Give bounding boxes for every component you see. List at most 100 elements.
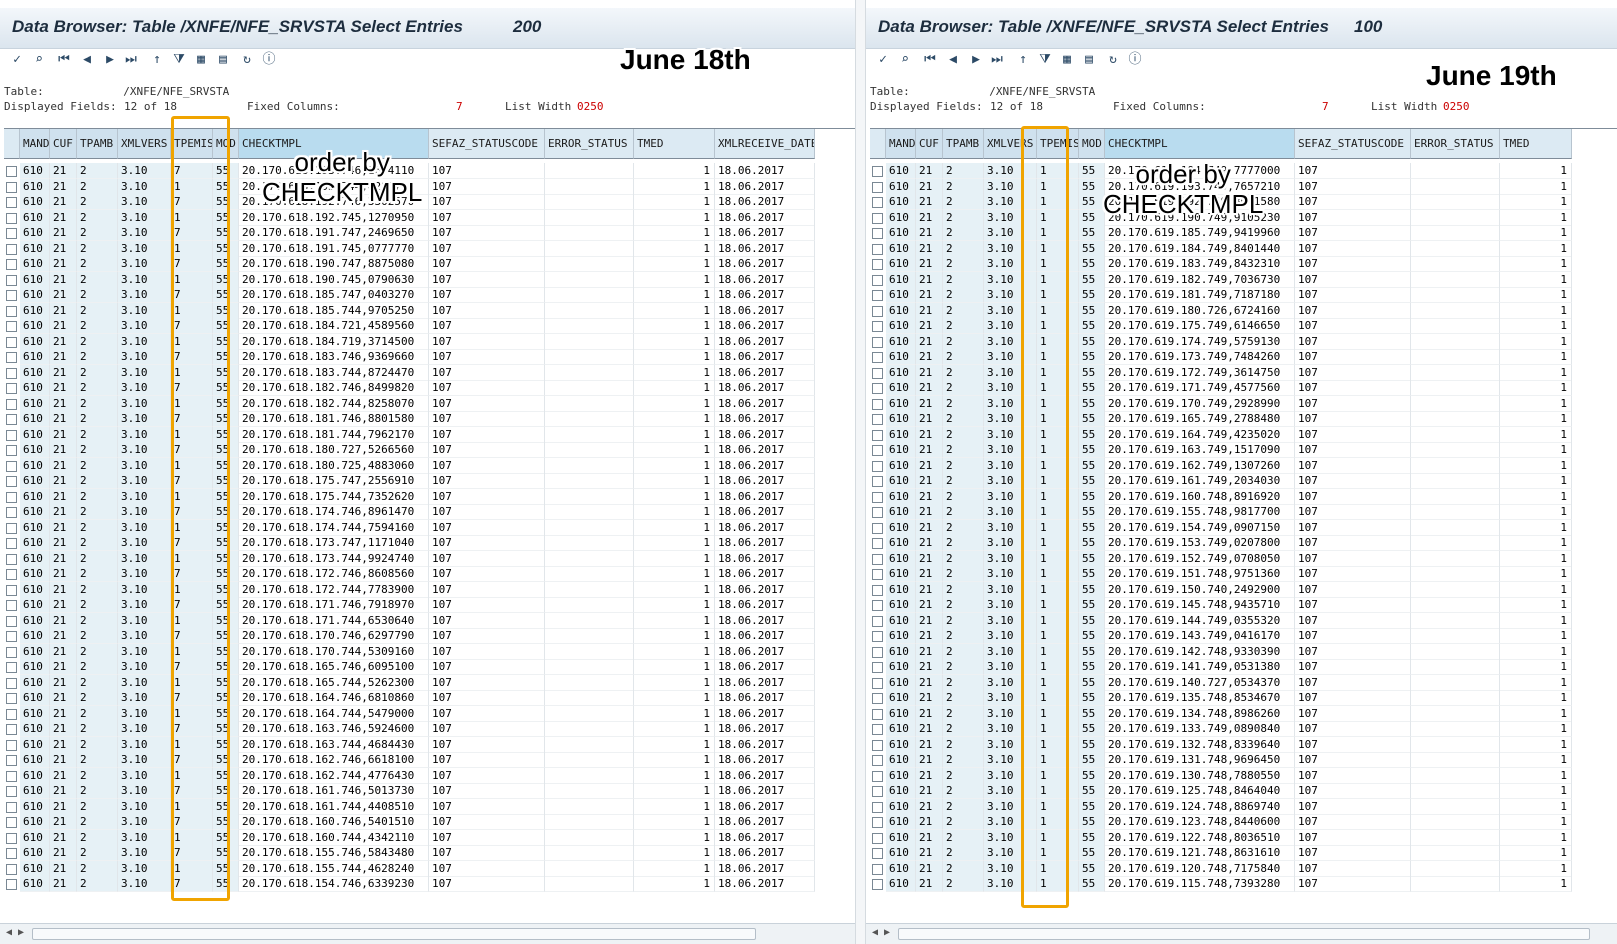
table-row[interactable]: 610 21 2 3.10 1 55 20.170.619.141.749,0531380 1… (870, 659, 1572, 675)
row-select-checkbox[interactable] (6, 197, 17, 208)
row-select-checkbox[interactable] (6, 491, 17, 503)
table-row[interactable]: 610 21 2 3.10 1 55 20.170.619.153.749,0207800 1… (870, 535, 1572, 551)
row-select-checkbox[interactable] (872, 801, 883, 813)
table-row[interactable]: 610 21 2 3.10 1 55 20.170.619.171.749,4577560 1… (870, 380, 1572, 396)
row-select-checkbox[interactable] (6, 708, 17, 720)
table-row[interactable]: 610 21 2 3.10 1 55 20.170.619.155.748,9817700 1… (870, 504, 1572, 520)
row-select-checkbox[interactable] (872, 693, 883, 704)
spreadsheet-icon[interactable]: ▦ (1058, 51, 1076, 69)
table-row[interactable]: 610 21 2 3.10 1 55 20.170.619.154.749,0907150 1… (870, 519, 1572, 536)
table-row[interactable]: 610 21 2 3.10 1 55 20.170.619.123.748,8440600 1… (870, 814, 1572, 830)
table-row[interactable]: 610 21 2 3.10 1 55 20.170.618.180.725,4883060 1… (4, 457, 815, 474)
row-select-checkbox[interactable] (6, 181, 17, 193)
layout-icon[interactable]: ▤ (214, 51, 232, 69)
row-select-checkbox[interactable] (6, 228, 17, 239)
row-select-checkbox[interactable] (872, 274, 883, 286)
row-select-checkbox[interactable] (872, 708, 883, 720)
row-select-checkbox[interactable] (6, 321, 17, 332)
table-row[interactable]: 610 21 2 3.10 1 55 20.170.618.175.744,7352620 1… (4, 488, 815, 505)
table-row[interactable]: 610 21 2 3.10 1 55 20.170.618.165.744,5262300 1… (4, 674, 815, 691)
table-row[interactable]: 610 21 2 3.10 7 55 20.170.618.171.746,7918970 1… (4, 597, 815, 613)
table-row[interactable]: 610 21 2 3.10 1 55 20.170.619.135.748,8534670 1… (870, 690, 1572, 706)
row-select-checkbox[interactable] (872, 166, 883, 177)
row-select-checkbox[interactable] (872, 491, 883, 503)
row-select-checkbox[interactable] (872, 724, 883, 735)
table-row[interactable]: 610 21 2 3.10 1 55 20.170.619.182.749,7036730 1… (870, 271, 1572, 288)
last-page-icon[interactable]: ⏭ (122, 51, 140, 69)
previous-page-icon[interactable]: ◀ (78, 51, 96, 69)
column-header-sefaz-statuscode[interactable]: SEFAZ_STATUSCODE (1295, 129, 1411, 159)
table-row[interactable]: 610 21 2 3.10 7 55 20.170.618.161.746,5013730 1… (4, 783, 815, 799)
table-row[interactable]: 610 21 2 3.10 7 55 20.170.618.185.747,0403270 1… (4, 287, 815, 303)
last-page-icon[interactable]: ⏭ (988, 51, 1006, 69)
table-row[interactable]: 610 21 2 3.10 1 55 20.170.619.170.749,2928990 1… (870, 395, 1572, 412)
sort-ascending-icon[interactable]: ↑ (148, 51, 166, 69)
table-row[interactable]: 610 21 2 3.10 1 55 20.170.619.162.749,1307260 1… (870, 457, 1572, 474)
row-select-checkbox[interactable] (872, 848, 883, 859)
table-row[interactable]: 610 21 2 3.10 1 55 20.170.619.134.748,8986260 1… (870, 705, 1572, 722)
row-select-checkbox[interactable] (872, 460, 883, 472)
row-select-checkbox[interactable] (6, 336, 17, 348)
row-select-checkbox[interactable] (872, 398, 883, 410)
table-row[interactable]: 610 21 2 3.10 1 55 20.170.619.140.727,0534370 1… (870, 674, 1572, 691)
row-select-checkbox[interactable] (872, 476, 883, 487)
column-header-mandt[interactable]: MANDT (20, 129, 50, 159)
table-row[interactable]: 610 21 2 3.10 1 55 20.170.618.184.719,3714500 1… (4, 333, 815, 350)
row-select-checkbox[interactable] (6, 476, 17, 487)
row-select-checkbox[interactable] (872, 863, 883, 875)
row-select-checkbox[interactable] (6, 290, 17, 301)
table-row[interactable]: 610 21 2 3.10 1 55 20.170.618.163.744,4684430 1… (4, 736, 815, 753)
row-select-checkbox[interactable] (872, 197, 883, 208)
table-row[interactable]: 610 21 2 3.10 7 55 20.170.618.173.747,1171040 1… (4, 535, 815, 551)
row-select-checkbox[interactable] (872, 615, 883, 627)
table-row[interactable]: 610 21 2 3.10 1 55 20.170.619.172.749,3614750 1… (870, 364, 1572, 381)
table-row[interactable]: 610 21 2 3.10 1 55 20.170.619.145.748,9435710 1… (870, 597, 1572, 613)
table-row[interactable]: 610 21 2 3.10 1 55 20.170.618.173.744,9924740 1… (4, 550, 815, 567)
row-select-checkbox[interactable] (872, 832, 883, 844)
scroll-left-icon[interactable]: ◀ (872, 927, 878, 938)
table-row[interactable]: 610 21 2 3.10 1 55 20.170.619.183.749,8432310 1… (870, 256, 1572, 272)
row-select-checkbox[interactable] (872, 584, 883, 596)
row-select-checkbox[interactable] (6, 863, 17, 875)
table-row[interactable]: 610 21 2 3.10 1 55 20.170.619.151.748,9751360 1… (870, 566, 1572, 582)
table-row[interactable]: 610 21 2 3.10 1 55 20.170.618.160.744,4342110 1… (4, 829, 815, 846)
table-row[interactable]: 610 21 2 3.10 1 55 20.170.619.121.748,8631610 1… (870, 845, 1572, 861)
table-row[interactable]: 610 21 2 3.10 1 55 20.170.619.130.748,7880550 1… (870, 767, 1572, 784)
table-row[interactable]: 610 21 2 3.10 1 55 20.170.618.161.744,4408510 1… (4, 798, 815, 815)
table-row[interactable]: 610 21 2 3.10 7 55 20.170.618.183.746,9369660 1… (4, 349, 815, 365)
spreadsheet-icon[interactable]: ▦ (192, 51, 210, 69)
layout-icon[interactable]: ▤ (1080, 51, 1098, 69)
table-row[interactable]: 610 21 2 3.10 1 55 20.170.619.144.749,0355320 1… (870, 612, 1572, 629)
row-select-checkbox[interactable] (6, 445, 17, 456)
row-select-checkbox[interactable] (872, 553, 883, 565)
column-header-error-status[interactable]: ERROR_STATUS (1411, 129, 1500, 159)
column-header-cuf[interactable]: CUF (916, 129, 943, 159)
row-select-checkbox[interactable] (872, 259, 883, 270)
row-select-checkbox[interactable] (6, 166, 17, 177)
row-select-checkbox[interactable] (6, 770, 17, 782)
column-header-tmed[interactable]: TMED (634, 129, 715, 159)
table-row[interactable]: 610 21 2 3.10 1 55 20.170.618.182.744,8258070 1… (4, 395, 815, 412)
table-row[interactable]: 610 21 2 3.10 1 55 20.170.619.164.749,4235020 1… (870, 426, 1572, 443)
table-row[interactable]: 610 21 2 3.10 7 55 20.170.618.182.746,8499820 1… (4, 380, 815, 396)
row-select-checkbox[interactable] (6, 631, 17, 642)
row-select-checkbox[interactable] (6, 569, 17, 580)
find-icon[interactable]: ⌕ (896, 51, 914, 69)
row-select-checkbox[interactable] (872, 321, 883, 332)
row-select-checkbox[interactable] (872, 817, 883, 828)
row-select-checkbox[interactable] (872, 677, 883, 689)
scroll-right-icon[interactable]: ▶ (884, 927, 890, 938)
table-row[interactable]: 610 21 2 3.10 1 55 20.170.619.133.749,0890840 1… (870, 721, 1572, 737)
select-all-column[interactable] (870, 129, 886, 159)
row-select-checkbox[interactable] (872, 383, 883, 394)
filter-icon[interactable]: ⧩ (1036, 51, 1054, 69)
row-select-checkbox[interactable] (6, 693, 17, 704)
table-row[interactable]: 610 21 2 3.10 1 55 20.170.619.174.749,5759130 1… (870, 333, 1572, 350)
row-select-checkbox[interactable] (6, 429, 17, 441)
table-row[interactable]: 610 21 2 3.10 1 55 20.170.619.124.748,8869740 1… (870, 798, 1572, 815)
scroll-thumb[interactable] (898, 928, 1590, 940)
row-select-checkbox[interactable] (872, 212, 883, 224)
sort-ascending-icon[interactable]: ↑ (1014, 51, 1032, 69)
row-select-checkbox[interactable] (6, 879, 17, 890)
table-row[interactable]: 610 21 2 3.10 1 55 20.170.618.171.744,6530640 1… (4, 612, 815, 629)
